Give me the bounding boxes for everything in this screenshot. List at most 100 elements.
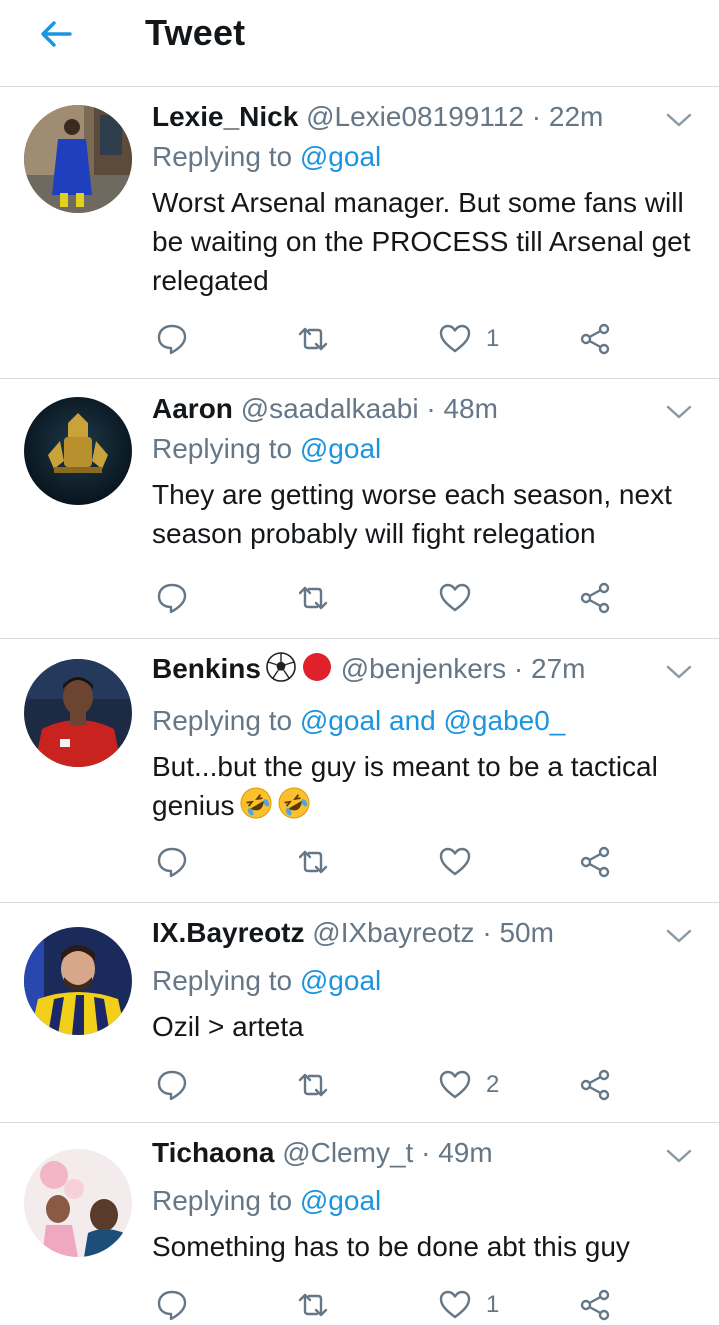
display-name[interactable]: Benkins — [152, 653, 261, 684]
avatar[interactable] — [24, 105, 132, 213]
share-button[interactable] — [578, 842, 612, 882]
comment-icon — [157, 324, 187, 355]
reply-tweet[interactable]: Aaron @saadalkaabi · 48m Replying to @go… — [0, 379, 719, 639]
retweet-icon — [298, 586, 328, 610]
reply-button[interactable] — [155, 578, 189, 618]
share-icon — [580, 323, 610, 355]
tweet-actions: 1 — [155, 319, 655, 359]
mention-link[interactable]: @goal — [300, 141, 381, 172]
heart-icon — [439, 847, 471, 876]
user-handle[interactable]: @saadalkaabi — [241, 393, 419, 424]
timestamp[interactable]: 22m — [549, 101, 603, 132]
reply-button[interactable] — [155, 1285, 189, 1325]
share-icon — [580, 846, 610, 878]
share-icon — [580, 1289, 610, 1321]
mention-link[interactable]: @goal — [300, 433, 381, 464]
timestamp[interactable]: 49m — [438, 1137, 492, 1168]
back-arrow-icon[interactable] — [36, 14, 76, 54]
tweet-actions — [155, 578, 655, 618]
retweet-button[interactable] — [295, 842, 331, 882]
display-name[interactable]: Lexie_Nick — [152, 101, 298, 132]
avatar[interactable] — [24, 1149, 132, 1257]
like-button[interactable]: 1 — [438, 319, 499, 359]
mention-link[interactable]: @goal — [300, 965, 381, 996]
retweet-icon — [298, 1293, 328, 1317]
red-circle-icon — [301, 651, 333, 692]
comment-icon — [157, 1070, 187, 1101]
comment-icon — [157, 1290, 187, 1321]
replying-to-label: Replying to — [152, 1185, 293, 1216]
user-handle[interactable]: @benjenkers — [341, 653, 506, 684]
like-count: 1 — [486, 325, 500, 352]
reply-tweet[interactable]: Tichaona @Clemy_t · 49m Replying to @goa… — [0, 1123, 719, 1321]
share-icon — [580, 582, 610, 614]
reply-button[interactable] — [155, 842, 189, 882]
replying-to: Replying to @goal and @gabe0_ — [152, 703, 565, 739]
reply-header: IX.Bayreotz @IXbayreotz · 50m — [152, 915, 659, 951]
replying-to: Replying to @goal — [152, 431, 381, 467]
mention-link[interactable]: @goal — [300, 1185, 381, 1216]
chevron-down-icon[interactable] — [665, 927, 693, 945]
separator-dot: · — [531, 101, 542, 132]
reply-header: Aaron @saadalkaabi · 48m — [152, 391, 659, 427]
tweet-text: But...but the guy is meant to be a tacti… — [152, 747, 697, 830]
display-name[interactable]: Tichaona — [152, 1137, 274, 1168]
retweet-button[interactable] — [295, 319, 331, 359]
heart-icon — [439, 583, 471, 612]
tweet-actions — [155, 842, 655, 882]
soccer-ball-icon — [265, 651, 297, 692]
replying-to-label: Replying to — [152, 141, 293, 172]
rolling-on-floor-laughing-icon — [277, 786, 311, 830]
reply-header: Tichaona @Clemy_t · 49m — [152, 1135, 659, 1171]
separator-dot: · — [421, 1137, 431, 1168]
reply-tweet[interactable]: Lexie_Nick @Lexie08199112 · 22m Replying… — [0, 87, 719, 379]
share-button[interactable] — [578, 1285, 612, 1325]
chevron-down-icon[interactable] — [665, 403, 693, 421]
retweet-button[interactable] — [295, 1285, 331, 1325]
timestamp[interactable]: 27m — [531, 653, 585, 684]
share-button[interactable] — [578, 319, 612, 359]
like-button[interactable]: 2 — [438, 1065, 499, 1105]
separator-dot: · — [426, 393, 436, 424]
separator-dot: · — [482, 917, 492, 948]
like-button[interactable] — [438, 578, 486, 618]
user-handle[interactable]: @Lexie08199112 — [306, 101, 524, 132]
reply-button[interactable] — [155, 1065, 189, 1105]
tweet-text: Something has to be done abt this guy — [152, 1231, 630, 1262]
replying-to-label: Replying to — [152, 965, 293, 996]
retweet-button[interactable] — [295, 1065, 331, 1105]
timestamp[interactable]: 48m — [443, 393, 497, 424]
avatar[interactable] — [24, 927, 132, 1035]
like-button[interactable] — [438, 842, 486, 882]
display-name[interactable]: Aaron — [152, 393, 233, 424]
share-button[interactable] — [578, 1065, 612, 1105]
avatar[interactable] — [24, 659, 132, 767]
avatar[interactable] — [24, 397, 132, 505]
share-button[interactable] — [578, 578, 612, 618]
replying-to-label: Replying to — [152, 705, 293, 736]
chevron-down-icon[interactable] — [665, 1147, 693, 1165]
user-handle[interactable]: @IXbayreotz — [312, 917, 474, 948]
tweet-text: Ozil > arteta — [152, 1011, 304, 1042]
tweet-text-content: But...but the guy is meant to be a tacti… — [152, 751, 658, 821]
like-count: 2 — [486, 1071, 500, 1098]
rolling-on-floor-laughing-icon — [239, 786, 273, 830]
user-handle[interactable]: @Clemy_t — [282, 1137, 413, 1168]
timestamp[interactable]: 50m — [499, 917, 553, 948]
chevron-down-icon[interactable] — [665, 663, 693, 681]
heart-icon — [439, 1290, 471, 1319]
reply-header: Benkins @benjenkers · 27m — [152, 651, 659, 692]
mention-link[interactable]: @goal and @gabe0_ — [300, 705, 566, 736]
comment-icon — [157, 583, 187, 614]
reply-tweet[interactable]: IX.Bayreotz @IXbayreotz · 50m Replying t… — [0, 903, 719, 1123]
like-button[interactable]: 1 — [438, 1285, 499, 1325]
retweet-button[interactable] — [295, 578, 331, 618]
reply-tweet[interactable]: Benkins @benjenkers · 27m Replying to @g… — [0, 639, 719, 903]
tweet-actions: 2 — [155, 1065, 655, 1105]
reply-button[interactable] — [155, 319, 189, 359]
reply-header: Lexie_Nick @Lexie08199112 · 22m — [152, 99, 659, 135]
tweet-text: Worst Arsenal manager. But some fans wil… — [152, 187, 691, 296]
chevron-down-icon[interactable] — [665, 111, 693, 129]
page-title: Tweet — [145, 12, 246, 53]
display-name[interactable]: IX.Bayreotz — [152, 917, 305, 948]
